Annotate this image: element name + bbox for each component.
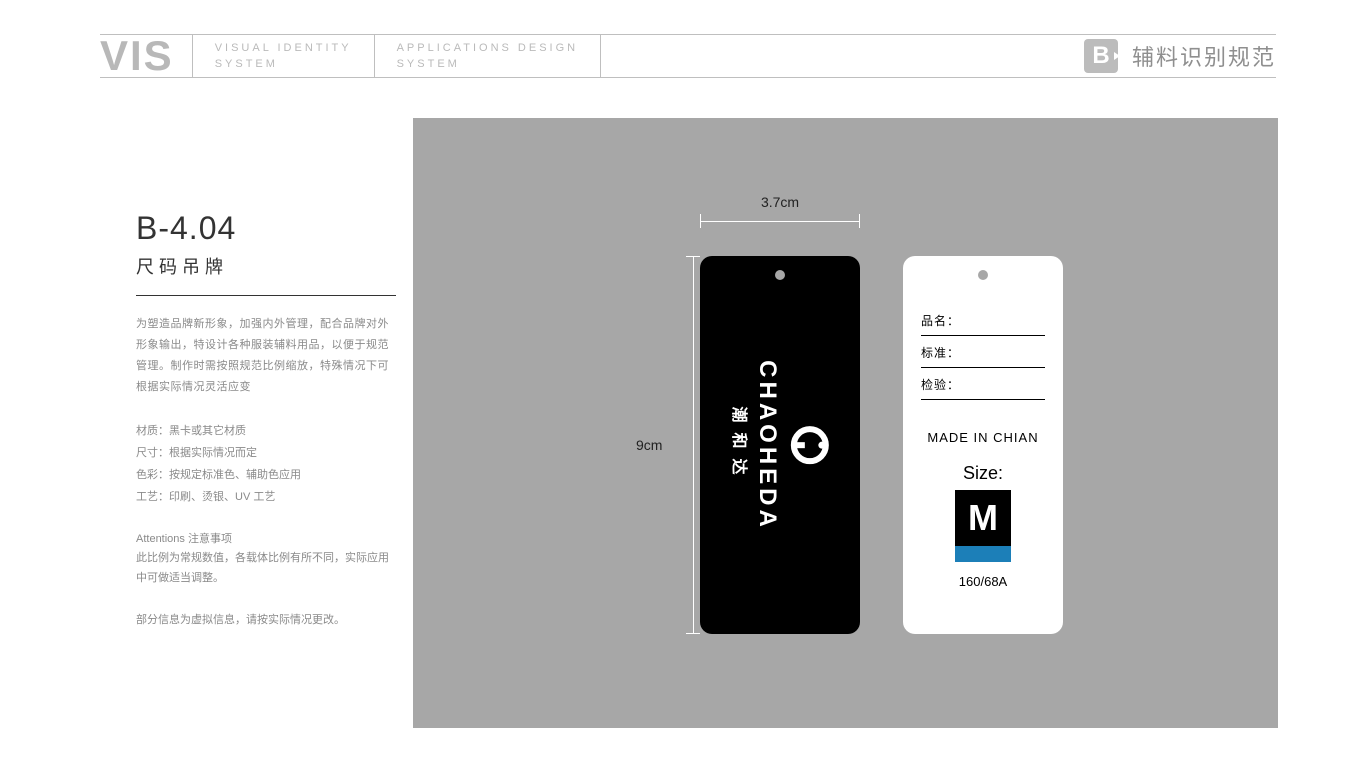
field-product-name: 品名：: [921, 304, 1045, 336]
dimension-height-label: 9cm: [636, 437, 662, 453]
size-letter: M: [955, 490, 1011, 546]
spec-craft: 工艺：印刷、烫银、UV 工艺: [136, 486, 396, 508]
spec-size: 尺寸：根据实际情况而定: [136, 442, 396, 464]
footnote: 部分信息为虚拟信息，请按实际情况更改。: [136, 611, 396, 627]
size-accent-bar: [955, 546, 1011, 562]
section-badge: B: [1084, 39, 1118, 73]
divider: [600, 35, 601, 77]
brand-logo-icon: [783, 423, 832, 467]
spec-material: 材质：黑卡或其它材质: [136, 420, 396, 442]
size-heading: Size:: [921, 463, 1045, 484]
header-block-applications: APPLICATIONS DESIGN SYSTEM: [375, 40, 601, 73]
header-text: SYSTEM: [397, 56, 579, 73]
origin-label: MADE IN CHIAN: [921, 430, 1045, 445]
notes-heading: Attentions 注意事项: [136, 530, 396, 546]
notes-body: 此比例为常规数值，各载体比例有所不同，实际应用中可做适当调整。: [136, 548, 396, 590]
artboard: 3.7cm 9cm CHAOHEDA 潮和达 品名： 标准： 检验： MADE …: [413, 118, 1278, 728]
section-title: 辅料识别规范: [1132, 40, 1276, 72]
dimension-width: 3.7cm: [700, 194, 860, 228]
punch-hole-icon: [775, 270, 785, 280]
vis-logo: VIS: [100, 35, 192, 77]
size-code: 160/68A: [921, 574, 1045, 589]
header-text: APPLICATIONS DESIGN: [397, 40, 579, 57]
header-text: SYSTEM: [215, 56, 352, 73]
spec-sidebar: B-4.04 尺码吊牌 为塑造品牌新形象，加强内外管理，配合品牌对外形象输出，特…: [136, 210, 396, 627]
page-title: 尺码吊牌: [136, 253, 396, 279]
intro-paragraph: 为塑造品牌新形象，加强内外管理，配合品牌对外形象输出，特设计各种服装辅料用品，以…: [136, 314, 396, 398]
spec-list: 材质：黑卡或其它材质 尺寸：根据实际情况而定 色彩：按规定标准色、辅助色应用 工…: [136, 420, 396, 508]
field-inspection: 检验：: [921, 368, 1045, 400]
divider: [136, 295, 396, 296]
dimension-line: [686, 256, 700, 634]
hangtag-back: 品名： 标准： 检验： MADE IN CHIAN Size: M 160/68…: [903, 256, 1063, 634]
field-standard: 标准：: [921, 336, 1045, 368]
header-block-identity: VISUAL IDENTITY SYSTEM: [193, 40, 374, 73]
dimension-line: [700, 214, 860, 228]
dimension-height: 9cm: [660, 256, 700, 634]
punch-hole-icon: [978, 270, 988, 280]
spec-color: 色彩：按规定标准色、辅助色应用: [136, 464, 396, 486]
brand-name-cn: 潮和达: [729, 360, 753, 531]
hangtag-front: CHAOHEDA 潮和达: [700, 256, 860, 634]
dimension-width-label: 3.7cm: [700, 194, 860, 210]
size-block: M: [955, 490, 1011, 562]
page-code: B-4.04: [136, 210, 396, 247]
header-right: B 辅料识别规范: [1084, 39, 1276, 73]
header-text: VISUAL IDENTITY: [215, 40, 352, 57]
brand-name-en: CHAOHEDA: [755, 360, 779, 531]
brand-lockup: CHAOHEDA 潮和达: [729, 360, 832, 531]
page-header: VIS VISUAL IDENTITY SYSTEM APPLICATIONS …: [100, 34, 1276, 78]
